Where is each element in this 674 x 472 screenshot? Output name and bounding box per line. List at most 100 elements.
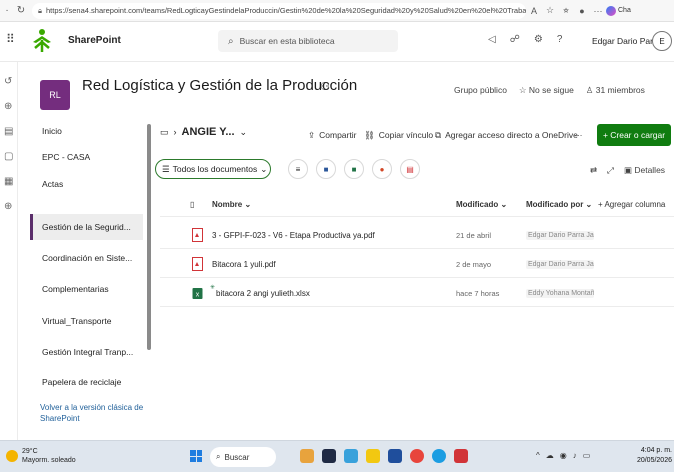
nav-item-gestion-integral[interactable]: Gestión Integral Tranp...	[30, 339, 143, 365]
chevron-up-icon[interactable]: ^	[536, 451, 540, 460]
avatar[interactable]: E	[652, 31, 672, 51]
volume-icon[interactable]: ♪	[573, 451, 577, 460]
favorite-icon[interactable]: ☆	[542, 5, 558, 16]
filter-icon: ≡	[295, 164, 301, 174]
add-shortcut-button[interactable]: ⧉ Agregar acceso directo a OneDrive	[435, 130, 578, 141]
pdf-app-icon[interactable]	[454, 449, 468, 463]
expand-icon[interactable]: ⤢	[607, 165, 614, 176]
pages-icon[interactable]: ▦	[4, 176, 17, 187]
more-commands-button[interactable]: ···	[574, 130, 583, 140]
chevron-down-icon[interactable]: ⌄	[240, 127, 248, 138]
history-icon[interactable]: ↺	[4, 76, 17, 87]
reload-icon[interactable]: ↻	[14, 5, 28, 16]
wifi-icon[interactable]: ◉	[560, 451, 567, 460]
pdf-file-icon	[192, 228, 203, 242]
nav-item-epc-casa[interactable]: EPC - CASA	[30, 144, 143, 170]
share-icon: ⇪	[308, 130, 316, 140]
system-tray: ^ ☁ ◉ ♪ ▭	[536, 451, 590, 460]
feedback-icon[interactable]: ◁	[488, 34, 496, 45]
details-button[interactable]: ▣ Detalles	[624, 165, 665, 176]
excel-filter-chip[interactable]: ■	[344, 159, 364, 179]
nav-item-inicio[interactable]: Inicio	[30, 118, 143, 144]
sidebar-scrollbar[interactable]	[147, 118, 151, 388]
time: 4:04 p. m.	[640, 447, 672, 454]
members-button[interactable]: ♙ 31 miembros	[586, 85, 645, 96]
temperature: 29°C	[22, 448, 38, 455]
address-bar[interactable]: 🔒︎ https://sena4.sharepoint.com/teams/Re…	[32, 2, 526, 19]
modified-by[interactable]: Edgar Dario Parra Jair	[526, 231, 594, 240]
pdf-filter-chip[interactable]: ▤	[400, 159, 420, 179]
column-header-name[interactable]: Nombre ⌄	[212, 200, 251, 209]
add-column-button[interactable]: + Agregar columna	[598, 200, 665, 209]
breadcrumb[interactable]: ▭ › ANGIE Y... ⌄	[160, 126, 247, 138]
people-icon: ♙	[585, 85, 596, 95]
column-header-modified[interactable]: Modificado ⌄	[456, 200, 507, 209]
add-icon[interactable]: ⊕	[4, 201, 17, 212]
classic-view-link[interactable]: Volver a la versión clásica de SharePoin…	[40, 402, 150, 424]
site-title[interactable]: Red Logística y Gestión de la Producción	[82, 77, 357, 94]
app-name[interactable]: SharePoint	[68, 35, 121, 46]
cloud-icon[interactable]: ☁	[546, 451, 554, 460]
copilot-app-icon[interactable]	[344, 449, 358, 463]
nav-item-virtual-transporte[interactable]: Virtual_Transporte	[30, 308, 143, 334]
nav-item-papelera[interactable]: Papelera de reciclaje	[30, 369, 143, 395]
sort-icon[interactable]: ⇄	[590, 165, 597, 176]
news-icon[interactable]: ▤	[4, 126, 17, 137]
back-icon[interactable]: ·	[0, 5, 14, 16]
taskbar-search[interactable]: ⌕ Buscar	[210, 447, 276, 467]
profile-icon[interactable]: ●	[574, 6, 590, 16]
more-icon[interactable]: ···	[590, 6, 606, 16]
table-row[interactable]: 3 - GFPI-F-023 - V6 - Etapa Productiva y…	[160, 222, 674, 249]
nav-item-coordinacion[interactable]: Coordinación en Siste...	[30, 245, 143, 271]
files-icon[interactable]: ▢	[4, 151, 17, 162]
start-icon[interactable]	[190, 450, 202, 462]
clock[interactable]: 4:04 p. m. 20/05/2026	[628, 446, 672, 466]
settings-icon[interactable]: ⚙	[534, 34, 543, 45]
site-navigation: Inicio EPC - CASA Actas Gestión de la Se…	[30, 118, 145, 440]
taskbar: 29°C Mayorm. soleado ⌕ Buscar ^ ☁ ◉ ♪ ▭ …	[0, 440, 674, 472]
store-app-icon[interactable]	[388, 449, 402, 463]
copilot-button[interactable]: Cha	[606, 5, 631, 16]
powerpoint-filter-chip[interactable]: ●	[372, 159, 392, 179]
modified-by[interactable]: Eddy Yohana Montañ	[526, 289, 594, 298]
copy-link-button[interactable]: ⛓︎ Copiar vínculo	[364, 130, 433, 141]
scrollbar-thumb[interactable]	[147, 124, 151, 350]
task-view-icon[interactable]	[322, 449, 336, 463]
nav-item-actas[interactable]: Actas	[30, 171, 143, 197]
view-selector[interactable]: ☰ Todos los documentos ⌄	[155, 159, 271, 179]
list-header: ▯ Nombre ⌄ Modificado ⌄ Modificado por ⌄…	[160, 193, 674, 217]
favorites-bar-icon[interactable]: ⭐︎	[558, 5, 574, 16]
weather-widget[interactable]: 29°C Mayorm. soleado	[6, 447, 76, 465]
table-row[interactable]: Bitacora 1 yuli.pdf 2 de mayo Edgar Dari…	[160, 251, 674, 278]
search-input[interactable]: ⌕ Buscar en esta biblioteca	[218, 30, 398, 52]
current-folder[interactable]: ANGIE Y...	[182, 126, 235, 138]
file-name[interactable]: bitacora 2 angi yulieth.xlsx	[216, 289, 310, 298]
modified-by[interactable]: Edgar Dario Parra Jair	[526, 260, 594, 269]
shortcut-icon: ⧉	[435, 130, 442, 140]
battery-icon[interactable]: ▭	[583, 451, 591, 460]
edge-app-icon[interactable]	[432, 449, 446, 463]
read-aloud-icon[interactable]: A	[526, 6, 542, 16]
folder-icon: ▭	[160, 126, 169, 137]
create-upload-button[interactable]: + Crear o cargar	[597, 124, 671, 146]
word-filter-chip[interactable]: ■	[316, 159, 336, 179]
file-name[interactable]: 3 - GFPI-F-023 - V6 - Etapa Productiva y…	[212, 231, 375, 240]
share-network-icon[interactable]: ☍	[510, 34, 520, 45]
nav-item-gestion-seguridad[interactable]: Gestión de la Segurid...	[30, 214, 143, 240]
site-logo-badge[interactable]: RL	[40, 80, 70, 110]
column-header-modified-by[interactable]: Modificado por ⌄	[526, 200, 592, 209]
table-row[interactable]: x ✳ bitacora 2 angi yulieth.xlsx hace 7 …	[160, 280, 674, 307]
collections-icon[interactable]: ⊕	[4, 101, 17, 112]
widgets-app-icon[interactable]	[300, 449, 314, 463]
help-icon[interactable]: ?	[557, 34, 563, 45]
powerpoint-icon: ●	[379, 164, 385, 174]
file-name[interactable]: Bitacora 1 yuli.pdf	[212, 260, 276, 269]
nav-item-complementarias[interactable]: Complementarias	[30, 276, 143, 302]
file-explorer-icon[interactable]	[366, 449, 380, 463]
sena-logo[interactable]	[30, 28, 54, 54]
app-launcher-icon[interactable]: ⠿	[6, 32, 15, 46]
filter-chip[interactable]: ≡	[288, 159, 308, 179]
chrome-app-icon[interactable]	[410, 449, 424, 463]
follow-button[interactable]: ☆ No se sigue	[519, 85, 574, 96]
share-button[interactable]: ⇪ Compartir	[308, 130, 356, 141]
